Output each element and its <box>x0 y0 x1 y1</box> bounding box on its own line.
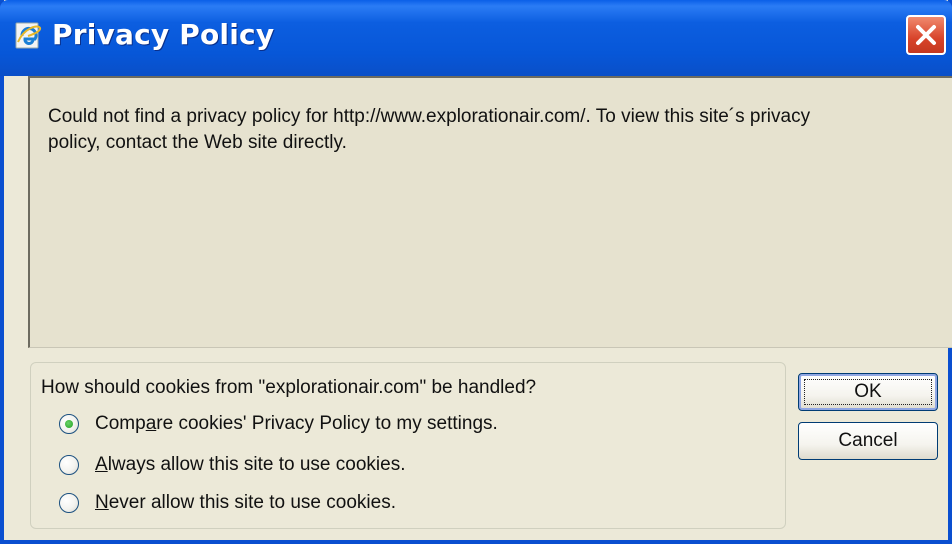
privacy-policy-dialog: Privacy Policy Could not find a privacy … <box>0 0 952 544</box>
radio-button[interactable] <box>59 455 79 475</box>
radio-always-allow[interactable]: Always allow this site to use cookies. <box>59 454 405 476</box>
radio-label-compare: Compare cookies' Privacy Policy to my se… <box>95 413 498 434</box>
close-button[interactable] <box>906 15 946 55</box>
cancel-button[interactable]: Cancel <box>798 422 938 460</box>
close-icon <box>916 25 936 45</box>
policy-message-line-1: Could not find a privacy policy for http… <box>48 106 811 127</box>
radio-button-selected[interactable] <box>59 414 79 434</box>
radio-label-never: Never allow this site to use cookies. <box>95 492 396 513</box>
ok-button[interactable]: OK <box>798 373 938 411</box>
policy-message: Could not find a privacy policy for http… <box>48 104 928 156</box>
radio-dot-icon <box>65 420 73 428</box>
ie-logo-icon <box>14 20 42 50</box>
policy-message-line-2: policy, contact the Web site directly. <box>48 132 347 153</box>
radio-compare-policy[interactable]: Compare cookies' Privacy Policy to my se… <box>59 413 498 435</box>
ok-button-label: OK <box>854 381 882 402</box>
cookie-question: How should cookies from "explorationair.… <box>41 377 537 398</box>
title-bar[interactable]: Privacy Policy <box>0 0 952 76</box>
cookie-handling-group: How should cookies from "explorationair.… <box>30 362 786 529</box>
radio-label-always: Always allow this site to use cookies. <box>95 454 406 475</box>
policy-message-panel: Could not find a privacy policy for http… <box>28 76 952 348</box>
radio-button[interactable] <box>59 493 79 513</box>
radio-never-allow[interactable]: Never allow this site to use cookies. <box>59 492 396 514</box>
window-title: Privacy Policy <box>52 18 275 51</box>
